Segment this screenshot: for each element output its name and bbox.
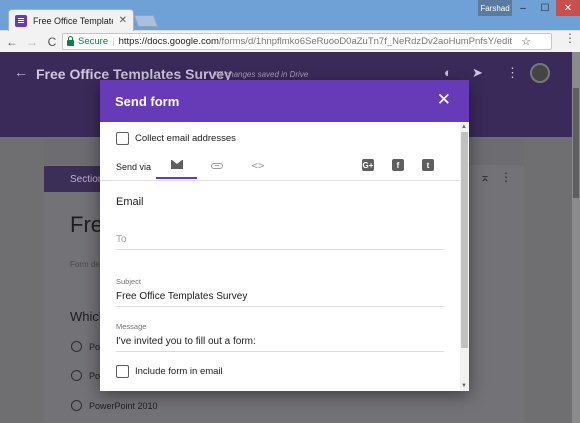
dialog-header: Send form ✕ xyxy=(100,80,469,122)
facebook-icon[interactable]: f xyxy=(392,159,404,171)
send-form-dialog: Send form ✕ Collect email addresses Send… xyxy=(100,80,469,391)
section-tab[interactable]: Section xyxy=(44,166,104,192)
close-icon[interactable]: ✕ xyxy=(437,91,451,108)
save-status: All changes saved in Drive xyxy=(214,70,309,79)
reload-icon[interactable]: C xyxy=(44,35,60,49)
profile-badge[interactable]: Farshad xyxy=(478,0,512,16)
page-scrollbar[interactable] xyxy=(572,52,580,423)
tab-strip: Free Office Templates Su ✕ Farshad – ☐ ✕ xyxy=(0,0,580,31)
embed-code-icon: <> xyxy=(251,159,265,172)
palette-icon[interactable]: ◐ xyxy=(444,65,452,80)
dialog-scrollbar-thumb[interactable] xyxy=(461,132,468,348)
collect-emails-label[interactable]: Collect email addresses xyxy=(135,133,236,144)
message-label: Message xyxy=(116,322,147,331)
url-host: https://docs.google.com xyxy=(118,36,219,47)
tab-close-icon[interactable]: ✕ xyxy=(119,15,127,26)
option-label-1: Po xyxy=(89,342,101,352)
subject-label: Subject xyxy=(116,277,142,286)
radio-option-2[interactable] xyxy=(71,370,82,381)
form-description[interactable]: Form de xyxy=(70,260,100,269)
subject-field[interactable]: Free Office Templates Survey xyxy=(116,291,247,302)
include-form-label[interactable]: Include form in email xyxy=(135,366,223,377)
forms-favicon-icon xyxy=(15,14,27,27)
dialog-title: Send form xyxy=(115,93,180,109)
scroll-down-icon[interactable]: ▼ xyxy=(461,383,467,389)
minimize-button[interactable]: – xyxy=(512,0,534,16)
tab-title: Free Office Templates Su xyxy=(33,15,113,26)
bookmark-star-icon[interactable]: ☆ xyxy=(521,35,531,48)
avatar[interactable] xyxy=(530,63,550,83)
collect-emails-checkbox[interactable] xyxy=(116,132,129,145)
send-via-divider xyxy=(100,180,460,181)
page-scrollbar-thumb[interactable] xyxy=(573,88,579,198)
envelope-icon xyxy=(170,160,183,169)
link-icon xyxy=(210,162,223,169)
tab-link[interactable] xyxy=(198,152,235,179)
option-label-3: PowerPoint 2010 xyxy=(89,401,158,411)
forward-icon[interactable]: → xyxy=(24,35,40,49)
subject-field-underline xyxy=(116,306,444,307)
scroll-up-icon[interactable]: ▲ xyxy=(461,124,467,130)
close-window-button[interactable]: ✕ xyxy=(556,0,580,16)
google-plus-icon[interactable]: G+ xyxy=(362,159,374,171)
dialog-body: Collect email addresses Send via <> G+ f… xyxy=(100,122,460,391)
tab-email[interactable] xyxy=(156,152,197,179)
security-label: Secure xyxy=(78,36,109,47)
new-tab-button[interactable] xyxy=(133,15,159,27)
email-section-title: Email xyxy=(116,196,144,208)
address-separator: | xyxy=(112,36,115,47)
message-field-underline xyxy=(116,351,444,352)
browser-toolbar: ← → C Secure | https://docs.google.com /… xyxy=(0,31,580,52)
send-icon[interactable]: ➤ xyxy=(472,65,483,81)
lock-icon xyxy=(67,36,74,46)
forms-back-icon[interactable]: ← xyxy=(14,64,28,80)
include-form-checkbox[interactable] xyxy=(116,365,129,378)
tab-embed[interactable]: <> xyxy=(237,152,279,179)
collapse-section-icon[interactable]: ⌅ ⋮ xyxy=(480,170,512,184)
option-label-2: Po xyxy=(89,371,101,381)
url-path: /forms/d/1hnpflmko6SeRuooD0aZuTn7f_NeRdz… xyxy=(218,36,512,47)
twitter-icon[interactable]: t xyxy=(422,159,434,171)
send-via-label: Send via xyxy=(116,162,152,172)
message-field[interactable]: I've invited you to fill out a form: xyxy=(116,336,256,347)
address-bar[interactable]: Secure | https://docs.google.com /forms/… xyxy=(62,33,552,50)
maximize-button[interactable]: ☐ xyxy=(534,0,556,16)
browser-tab[interactable]: Free Office Templates Su ✕ xyxy=(8,9,134,31)
browser-chrome: Free Office Templates Su ✕ Farshad – ☐ ✕… xyxy=(0,0,580,52)
radio-option-1[interactable] xyxy=(71,341,82,352)
dialog-scrollbar[interactable]: ▲ ▼ xyxy=(460,122,469,391)
more-options-icon[interactable]: ⋮ xyxy=(506,65,519,81)
to-field[interactable]: To xyxy=(116,234,127,245)
browser-menu-icon[interactable]: ⋮ xyxy=(564,31,576,45)
radio-option-3[interactable] xyxy=(71,400,82,411)
back-icon[interactable]: ← xyxy=(4,35,20,49)
to-field-underline xyxy=(116,249,444,250)
